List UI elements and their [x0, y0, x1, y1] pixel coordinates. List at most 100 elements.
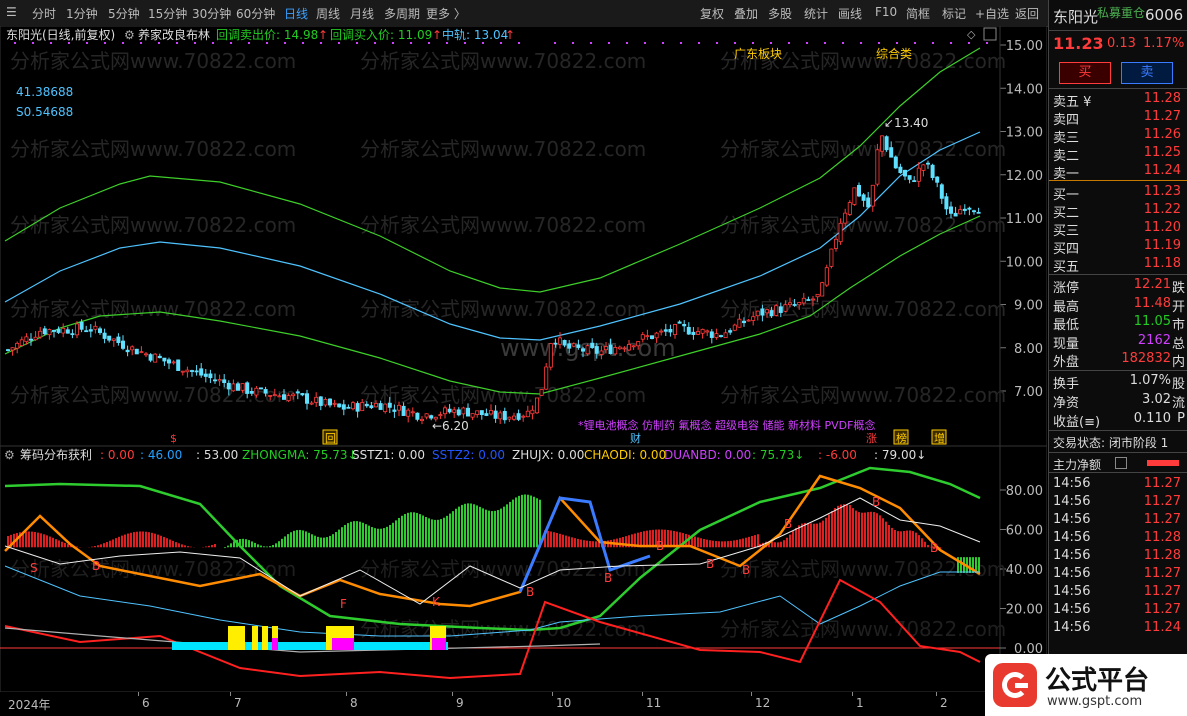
candle	[479, 410, 484, 416]
candle	[327, 398, 332, 406]
toolbar-action-8[interactable]: +自选	[975, 5, 1009, 22]
candle	[98, 328, 103, 333]
candle	[295, 391, 300, 394]
tick-row: 14:56 11.27	[1053, 602, 1185, 620]
stat-label: 现量	[1053, 336, 1080, 352]
candle	[797, 302, 802, 306]
period-tab-4[interactable]: 30分钟	[192, 5, 231, 22]
stat-value: 11.05	[1133, 314, 1171, 329]
candle	[318, 396, 323, 406]
candle	[401, 405, 406, 416]
candle	[590, 342, 595, 348]
tick-value: 11.24	[1143, 620, 1181, 635]
tick-label: 14:56	[1053, 530, 1091, 545]
candle	[525, 410, 530, 418]
stat2-label: 收益(≡)	[1053, 415, 1101, 430]
toolbar-action-2[interactable]: 多股	[768, 5, 792, 22]
candle	[926, 162, 931, 165]
watermark: 分析家公式网www.70822.com	[10, 297, 296, 321]
quote-panel: 东阳光 私募重仓 6006 11.23 0.13 1.17% 买 卖 卖五 ¥ 1…	[1048, 0, 1187, 716]
candle	[166, 359, 171, 364]
toolbar-grid-icon[interactable]: ☰	[6, 5, 17, 19]
toolbar-action-6[interactable]: 简框	[906, 5, 930, 22]
ask-row: 卖二 11.25	[1053, 145, 1185, 164]
candle	[364, 403, 369, 407]
signal-dot	[410, 42, 412, 44]
stat-value: 2162	[1137, 332, 1171, 348]
signal-dot	[284, 42, 286, 44]
period-tab-6[interactable]: 日线	[284, 5, 308, 22]
tick-row: 14:56 11.28	[1053, 548, 1185, 566]
candle	[939, 184, 944, 199]
candle	[751, 316, 756, 321]
signal-marker: K	[432, 595, 441, 609]
trade-status: 交易状态: 闭市阶段 1	[1053, 436, 1169, 450]
candle	[535, 397, 540, 414]
watermark: 分析家公式网www.70822.com	[360, 49, 646, 73]
period-tab-10[interactable]: 更多 〉	[426, 5, 466, 22]
toolbar-action-9[interactable]: 返回	[1015, 5, 1039, 22]
toolbar-action-4[interactable]: 画线	[838, 5, 862, 22]
candle	[539, 389, 544, 396]
bid-label: 买二	[1053, 206, 1080, 221]
period-tab-9[interactable]: 多周期	[384, 5, 420, 22]
candle	[28, 338, 33, 341]
tick-label: 14:56	[1053, 602, 1091, 617]
toolbar-action-1[interactable]: 叠加	[734, 5, 758, 22]
candle	[585, 345, 590, 355]
toolbar-action-7[interactable]: 标记	[942, 5, 966, 22]
candle	[843, 212, 848, 224]
period-tab-0[interactable]: 分时	[32, 5, 56, 22]
ask-row: 卖五 ¥ 11.28	[1053, 91, 1185, 110]
flow-menu-icon[interactable]	[1115, 457, 1127, 469]
candle	[406, 409, 411, 417]
main-chart[interactable]: 15.00 14.00 13.00 12.00 11.00 10.00 9.00 8.00 7.…	[0, 26, 1047, 446]
sub-chart[interactable]: 80.0060.0040.0020.000.00⚙ 筹码分布获利: 0.00: 4…	[0, 446, 1047, 692]
candle	[24, 336, 29, 342]
price-label: 11.00	[1006, 212, 1043, 227]
stock-name: 东阳光	[1053, 8, 1099, 26]
candle	[723, 332, 728, 339]
candle	[42, 328, 47, 335]
signal-marker: B	[742, 563, 750, 577]
candle	[369, 405, 374, 409]
candle	[38, 330, 43, 338]
signal-dot	[374, 42, 376, 44]
candle	[558, 337, 563, 345]
ask-label: 卖三	[1053, 131, 1080, 146]
candle	[677, 321, 682, 324]
event-mark: 回	[325, 432, 336, 445]
stat2-value: 1.07%	[1129, 373, 1171, 388]
event-mark: 榜	[896, 431, 907, 445]
stat2-suffix: P	[1177, 411, 1185, 426]
candle	[488, 410, 493, 415]
bid-value: 11.18	[1143, 256, 1181, 271]
period-tab-8[interactable]: 月线	[350, 5, 374, 22]
bid-row: 买五 11.18	[1053, 256, 1185, 275]
stat-row: 外盘 182832 内	[1053, 351, 1185, 370]
toolbar-action-0[interactable]: 复权	[700, 5, 724, 22]
candle	[622, 347, 627, 350]
value-1: 41.38688	[16, 85, 73, 99]
period-tab-5[interactable]: 60分钟	[236, 5, 275, 22]
candle	[484, 413, 489, 416]
candle	[631, 345, 636, 348]
candle	[576, 344, 581, 348]
event-mark: $	[170, 432, 177, 445]
buy-button[interactable]: 买	[1059, 62, 1111, 84]
toolbar-action-3[interactable]: 统计	[804, 5, 828, 22]
sub-legend-item: CHAODI: 0.00	[584, 448, 666, 462]
period-tab-3[interactable]: 15分钟	[148, 5, 187, 22]
candle	[594, 346, 599, 354]
stat-value: 182832	[1121, 351, 1171, 366]
stat-suffix: 开	[1171, 299, 1185, 315]
candle	[682, 323, 687, 327]
period-tab-7[interactable]: 周线	[316, 5, 340, 22]
candle	[562, 340, 567, 346]
toolbar-action-5[interactable]: F10	[875, 5, 897, 19]
candle	[125, 349, 130, 353]
period-tab-1[interactable]: 1分钟	[66, 5, 98, 22]
candle	[801, 297, 806, 304]
period-tab-2[interactable]: 5分钟	[108, 5, 140, 22]
sell-button[interactable]: 卖	[1121, 62, 1173, 84]
